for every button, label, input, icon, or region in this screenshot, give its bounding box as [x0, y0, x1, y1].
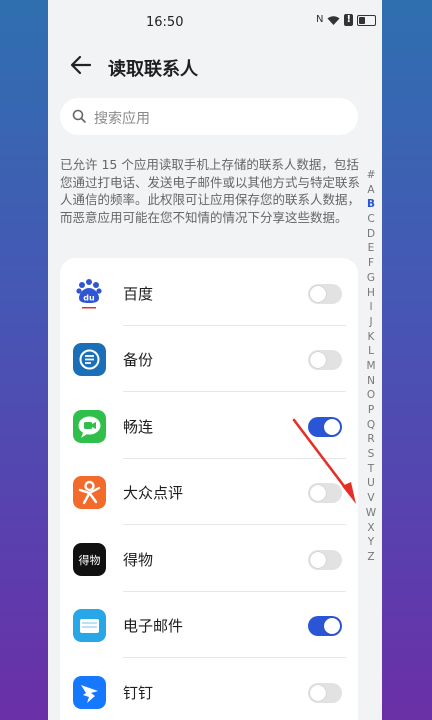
alphabet-index-letter[interactable]: E: [364, 241, 378, 256]
alphabet-index-letter[interactable]: J: [364, 315, 378, 330]
app-name: 钉钉: [123, 684, 154, 702]
alphabet-index-letter[interactable]: D: [364, 227, 378, 242]
baidu-icon-text: du: [83, 294, 95, 303]
permission-description: 已允许 15 个应用读取手机上存储的联系人数据，包括您通过打电话、发送电子邮件或…: [60, 157, 361, 225]
meetime-icon: [73, 410, 106, 443]
status-icons: N !: [316, 14, 377, 26]
dewu-icon: 得物: [73, 543, 106, 576]
page-title: 读取联系人: [108, 59, 198, 80]
permission-toggle[interactable]: [308, 616, 342, 636]
dewu-icon-text: 得物: [79, 553, 101, 567]
dingtalk-icon: [73, 676, 106, 709]
search-placeholder: 搜索应用: [94, 111, 150, 127]
battery-icon: [357, 14, 377, 26]
status-time: 16:50: [146, 15, 184, 30]
permission-toggle[interactable]: [308, 683, 342, 703]
app-name: 畅连: [123, 418, 154, 436]
annotation-arrow: [292, 418, 356, 504]
alphabet-index-letter[interactable]: I: [364, 300, 378, 315]
list-item-baidu[interactable]: du 百度: [60, 260, 358, 326]
alphabet-index-letter[interactable]: H: [364, 286, 378, 301]
back-arrow-icon[interactable]: [68, 52, 94, 78]
alphabet-index-letter[interactable]: #: [364, 168, 378, 183]
permission-toggle[interactable]: [308, 284, 342, 304]
list-item-dingtalk[interactable]: 钉钉: [60, 659, 358, 720]
search-icon: [72, 109, 86, 123]
app-name: 电子邮件: [123, 617, 184, 635]
phone-screen: 16:50 N ! 读取联系人 搜索应用 已允许 15 个应用读取手机上存储的联…: [48, 0, 382, 720]
dianping-icon: [73, 476, 106, 509]
alphabet-index-letter[interactable]: C: [364, 212, 378, 227]
alphabet-index-letter[interactable]: M: [364, 359, 378, 374]
list-item-dewu[interactable]: 得物 得物: [60, 526, 358, 592]
alphabet-index-letter[interactable]: X: [364, 521, 378, 536]
status-bar: 16:50 N !: [48, 0, 382, 44]
alphabet-index-letter[interactable]: L: [364, 344, 378, 359]
alphabet-index-letter[interactable]: K: [364, 330, 378, 345]
alphabet-index-letter[interactable]: G: [364, 271, 378, 286]
title-bar: 读取联系人: [48, 48, 382, 88]
baidu-icon: du: [76, 279, 102, 309]
app-name: 得物: [123, 551, 154, 569]
permission-toggle[interactable]: [308, 550, 342, 570]
alert-icon: !: [344, 14, 354, 26]
permission-toggle[interactable]: [308, 350, 342, 370]
alphabet-index-letter[interactable]: F: [364, 256, 378, 271]
alphabet-index-letter[interactable]: B: [364, 197, 378, 212]
wifi-icon: [327, 15, 340, 25]
nfc-icon: N: [316, 14, 324, 25]
alphabet-index-letter[interactable]: Y: [364, 535, 378, 550]
search-input[interactable]: 搜索应用: [60, 98, 358, 135]
backup-icon: [73, 343, 106, 376]
list-item-email[interactable]: 电子邮件: [60, 592, 358, 658]
email-icon: [73, 609, 106, 642]
app-name: 百度: [123, 285, 154, 303]
alphabet-index-letter[interactable]: A: [364, 183, 378, 198]
alphabet-index-letter[interactable]: N: [364, 374, 378, 389]
app-name: 备份: [123, 351, 154, 369]
alphabet-index-letter[interactable]: Z: [364, 550, 378, 565]
list-item-backup[interactable]: 备份: [60, 326, 358, 392]
app-name: 大众点评: [123, 484, 184, 502]
alphabet-index-letter[interactable]: O: [364, 388, 378, 403]
